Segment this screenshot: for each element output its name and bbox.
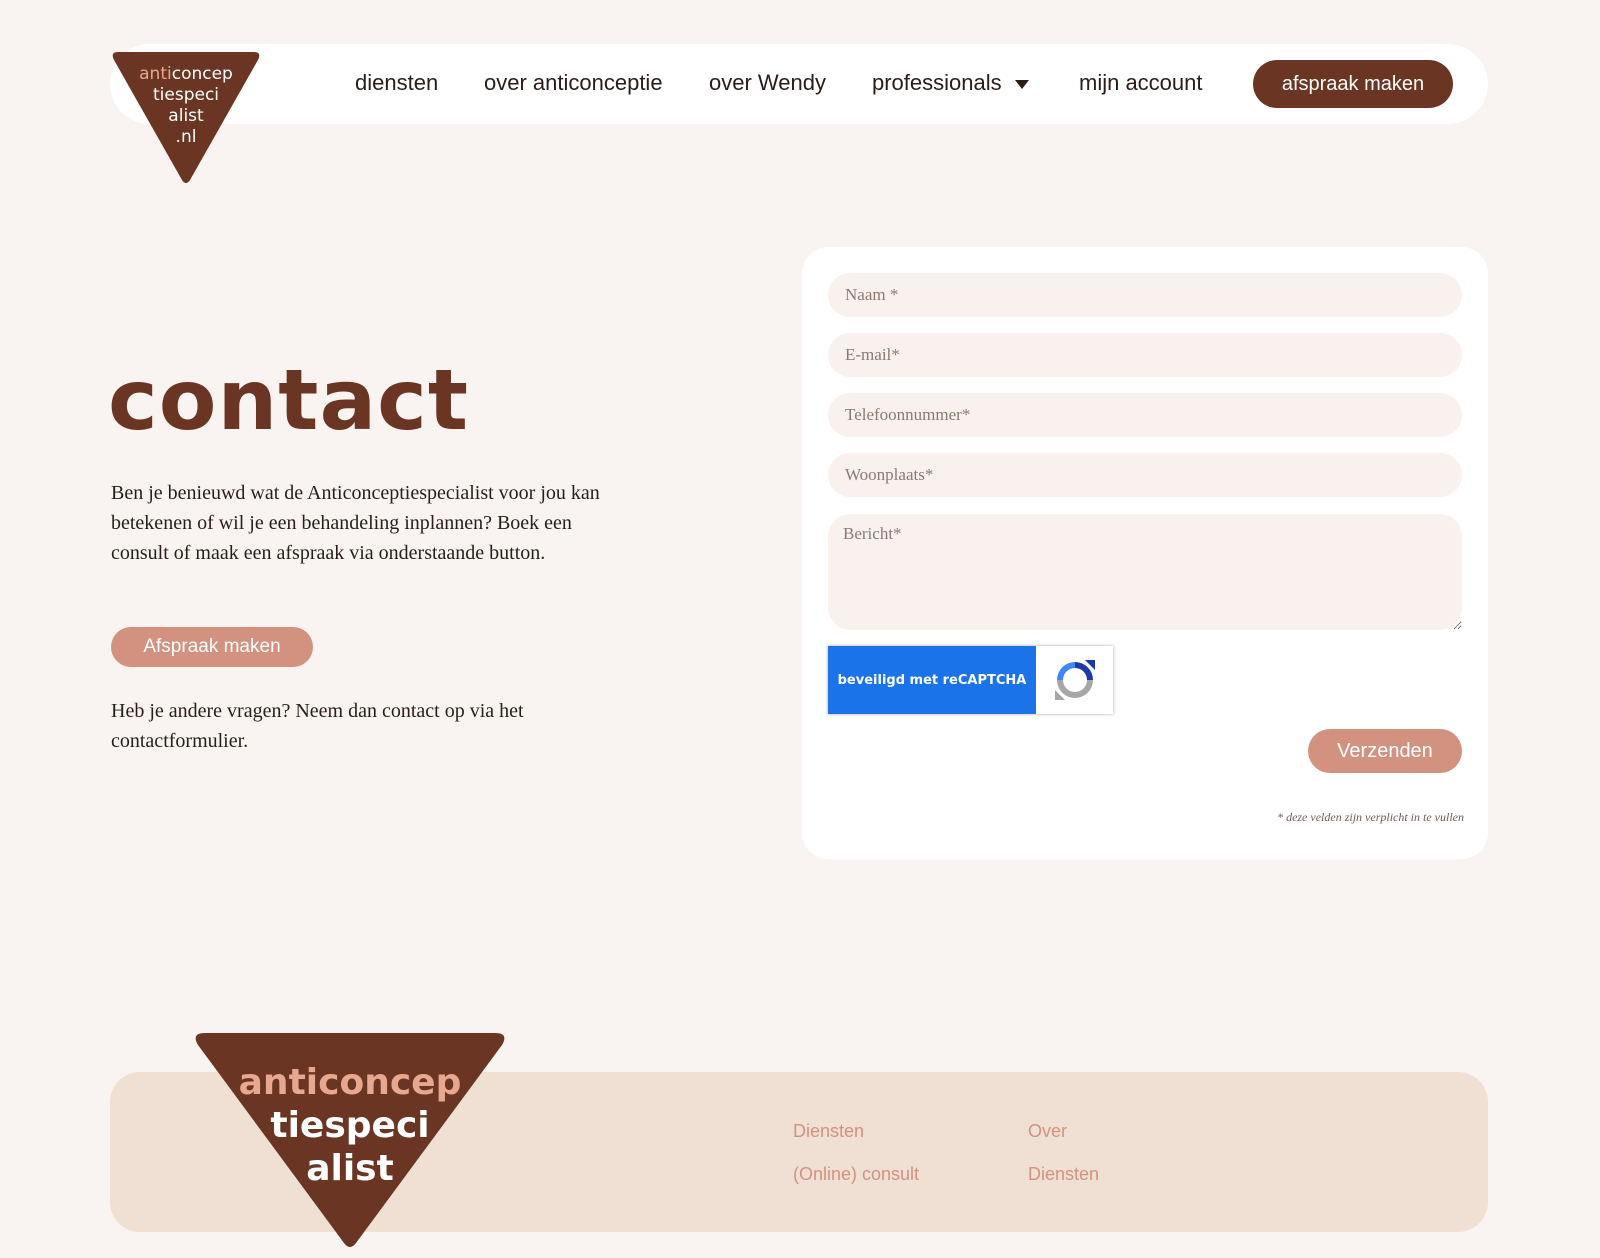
footer-link-diensten[interactable]: Diensten (793, 1121, 864, 1142)
footer-link-over[interactable]: Over (1028, 1121, 1067, 1142)
recaptcha-label: beveiligd met reCAPTCHA (828, 646, 1036, 714)
email-field[interactable] (828, 333, 1462, 377)
name-field[interactable] (828, 273, 1462, 317)
submit-button[interactable]: Verzenden (1308, 729, 1462, 773)
intro-text: Ben je benieuwd wat de Anticonceptiespec… (111, 482, 600, 564)
header-appointment-button[interactable]: afspraak maken (1253, 60, 1453, 108)
appointment-button[interactable]: Afspraak maken (111, 627, 313, 667)
recaptcha-widget[interactable]: beveiligd met reCAPTCHA (828, 646, 1113, 714)
nav-item-professionals[interactable]: professionals (872, 70, 1002, 96)
footer-logo[interactable]: anticoncep tiespeci alist (191, 1033, 509, 1253)
page-title: contact (108, 351, 470, 449)
footer-link-diensten-2[interactable]: Diensten (1028, 1164, 1099, 1185)
nav-item-mijn-account[interactable]: mijn account (1079, 70, 1203, 96)
nav-item-over-wendy[interactable]: over Wendy (709, 70, 826, 96)
footer-link-online-consult[interactable]: (Online) consult (793, 1164, 919, 1185)
contact-form-hint: Heb je andere vragen? Neem dan contact o… (111, 700, 524, 752)
nav-item-diensten[interactable]: diensten (355, 70, 438, 96)
logo-wordmark: anticoncep tiespeci alist .nl (139, 64, 233, 147)
nav-item-over-anticonceptie[interactable]: over anticonceptie (484, 70, 663, 96)
recaptcha-icon (1036, 646, 1113, 714)
chevron-down-icon[interactable] (1015, 80, 1029, 89)
required-fields-note: * deze velden zijn verplicht in te vulle… (1277, 810, 1464, 824)
footer-logo-wordmark: anticoncep tiespeci alist (238, 1062, 462, 1189)
city-field[interactable] (828, 453, 1462, 497)
phone-field[interactable] (828, 393, 1462, 437)
message-field[interactable] (828, 514, 1462, 630)
site-logo[interactable]: anticoncep tiespeci alist .nl (110, 52, 262, 186)
